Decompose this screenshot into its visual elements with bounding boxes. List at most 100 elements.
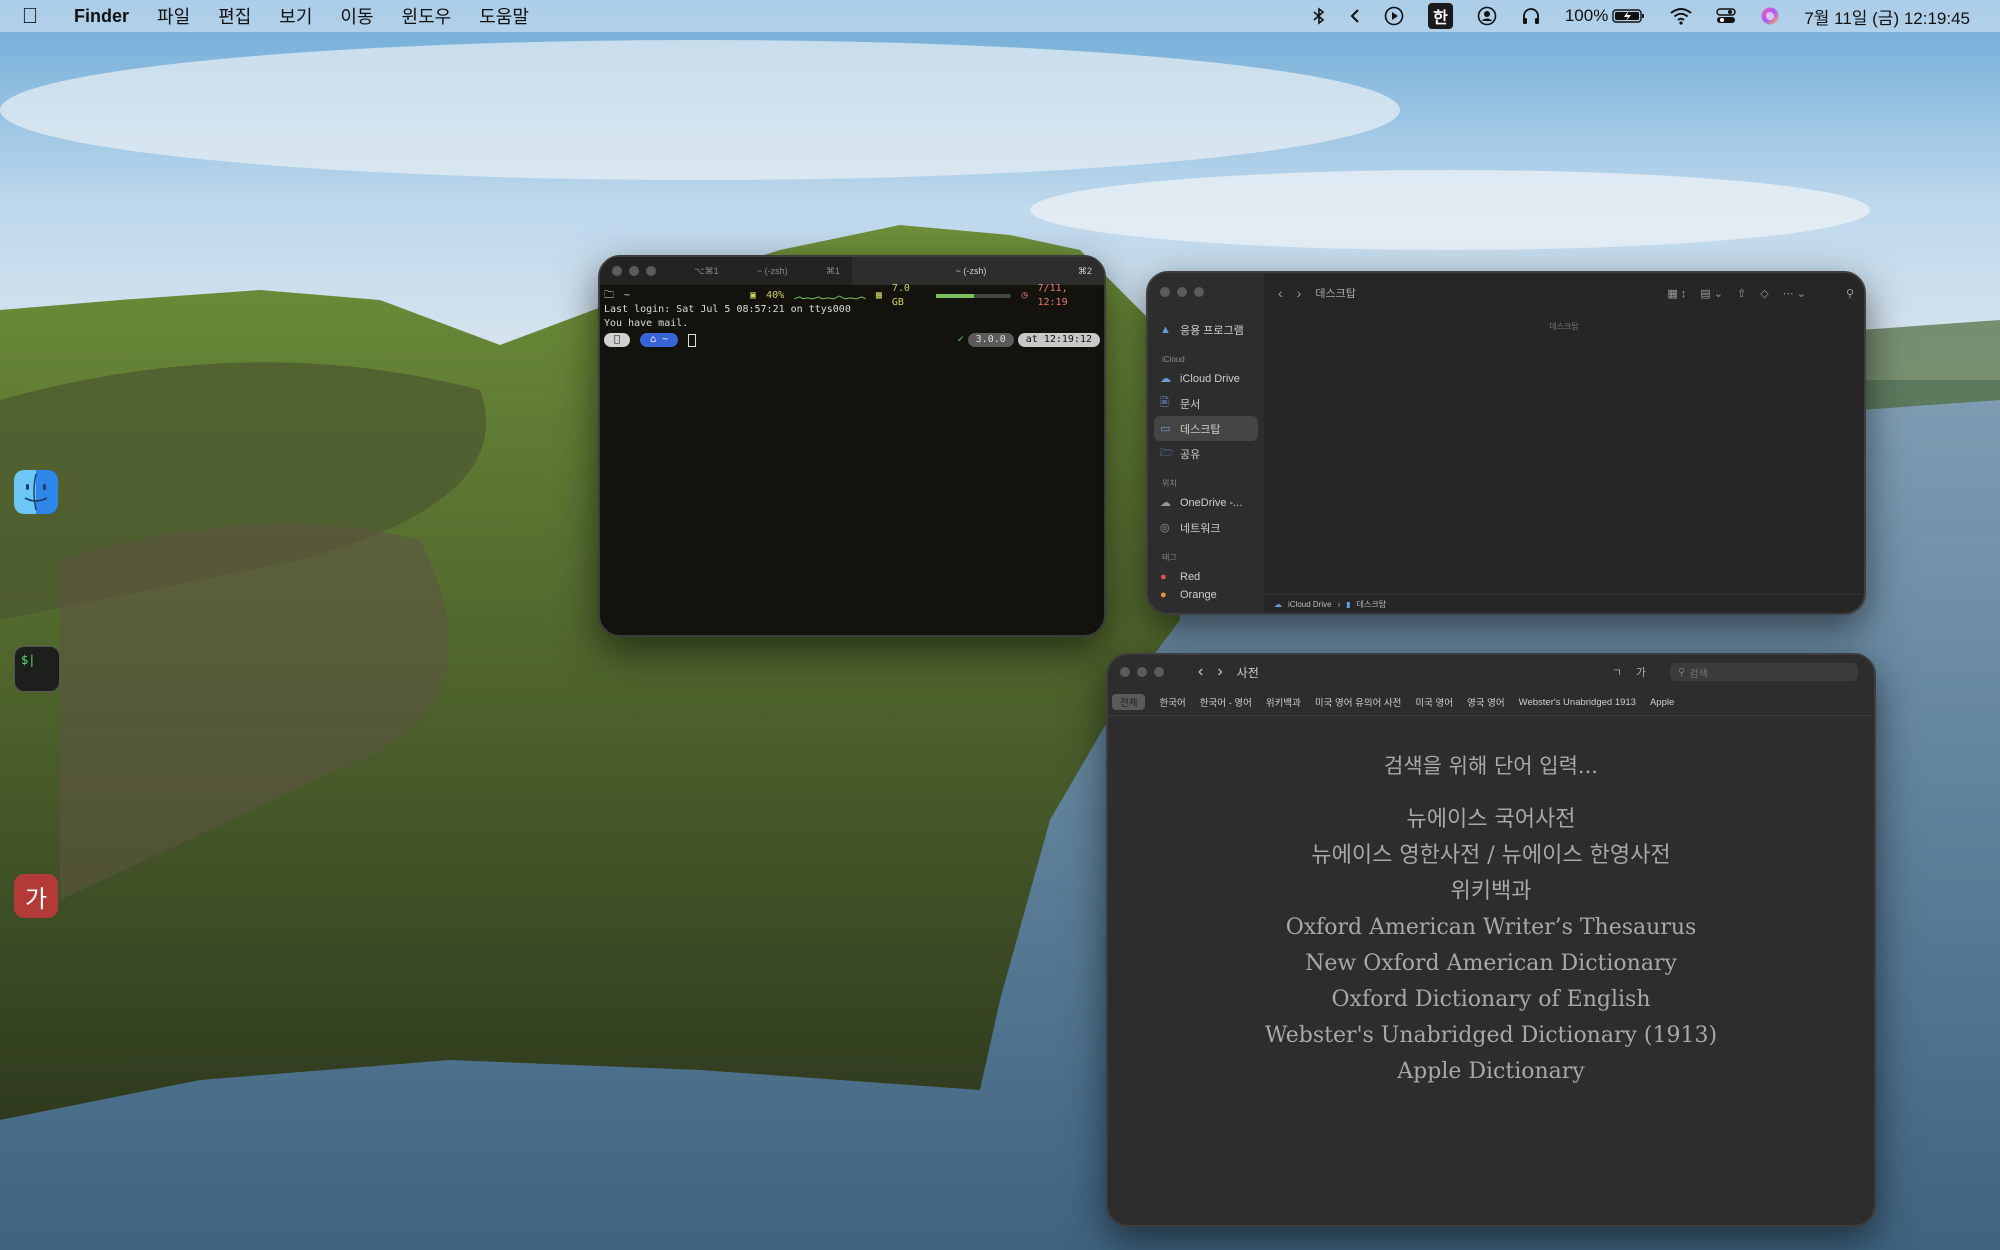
sidebar-item-label: Red <box>1180 570 1201 583</box>
group-icon[interactable]: ▤ ⌄ <box>1700 287 1723 300</box>
dictionary-window[interactable]: ‹ › 사전 ㄱ 가 ⚲ 검색 전체 한국어 한국어 - 영어 위키백과 미국 … <box>1106 653 1876 1227</box>
scope-wikipedia[interactable]: 위키백과 <box>1266 695 1301 709</box>
path-item-icloud[interactable]: iCloud Drive <box>1288 600 1332 609</box>
menu-edit[interactable]: 편집 <box>204 0 265 32</box>
sidebar-item-network[interactable]: ◎ 네트워크 <box>1148 515 1264 540</box>
minimize-button[interactable] <box>1177 287 1187 297</box>
close-button[interactable] <box>612 266 622 276</box>
terminal-tab-2[interactable]: ~ (-zsh) ⌘2 <box>852 257 1104 285</box>
status-clock: 7/11, 12:19 <box>1037 283 1068 308</box>
dictionary-item-thesaurus[interactable]: Oxford American Writer’s Thesaurus <box>1108 910 1874 946</box>
menu-file[interactable]: 파일 <box>143 0 204 32</box>
control-center-icon[interactable] <box>1704 0 1748 32</box>
cpu-sparkline <box>794 295 866 300</box>
font-larger-button[interactable]: 가 <box>1636 664 1646 680</box>
terminal-app-icon[interactable]: $| <box>14 646 60 692</box>
sidebar-item-shared[interactable]: 🗁 공유 <box>1148 441 1264 466</box>
path-item-desktop[interactable]: 데스크탑 <box>1357 599 1386 610</box>
zoom-button[interactable] <box>1154 667 1164 677</box>
search-placeholder: 검색 <box>1689 668 1708 680</box>
finder-sidebar: ▲ 응용 프로그램 iCloud ☁ iCloud Drive 🗎 문서 ▭ 데스크탑 … <box>1148 273 1264 613</box>
dictionary-app-icon[interactable]: 가 <box>14 874 58 918</box>
menu-view[interactable]: 보기 <box>265 0 326 32</box>
sidebar-item-label: 네트워크 <box>1180 522 1221 535</box>
sidebar-item-onedrive[interactable]: ☁ OneDrive -... <box>1148 490 1264 515</box>
chevron-left-icon[interactable] <box>1338 0 1372 32</box>
sidebar-item-tag-orange[interactable]: ● Orange <box>1148 589 1264 605</box>
sidebar-item-icloud-drive[interactable]: ☁ iCloud Drive <box>1148 366 1264 391</box>
scope-all[interactable]: 전체 <box>1112 694 1146 710</box>
sidebar-item-tag-red[interactable]: ● Red <box>1148 564 1264 589</box>
terminal-tab-1[interactable]: ⌥⌘1 ~ (-zsh) ⌘1 <box>600 257 852 285</box>
menu-go[interactable]: 이동 <box>326 0 387 32</box>
prompt-path: ~ <box>656 334 668 345</box>
tag-icon[interactable]: ◇ <box>1760 287 1768 300</box>
scope-uk-english[interactable]: 영국 영어 <box>1467 695 1505 709</box>
back-button[interactable]: ‹ <box>1198 663 1203 681</box>
sidebar-item-applications[interactable]: ▲ 응용 프로그램 <box>1148 317 1264 342</box>
dictionary-item-noad[interactable]: New Oxford American Dictionary <box>1108 946 1874 982</box>
scope-korean[interactable]: 한국어 <box>1159 695 1185 709</box>
dictionary-item-korean[interactable]: 뉴에이스 국어사전 <box>1108 802 1874 838</box>
prompt-line[interactable]:  ⌂ ~ ✓ 3.0.0 at 12:19:12 <box>604 333 1100 347</box>
tab-title: ~ (-zsh) <box>756 266 788 276</box>
minimize-button[interactable] <box>629 266 639 276</box>
scope-us-thesaurus[interactable]: 미국 영어 유의어 사전 <box>1315 695 1402 709</box>
column-header: 데스크탑 <box>1549 322 1579 331</box>
zoom-button[interactable] <box>646 266 656 276</box>
terminal-window[interactable]: ⌥⌘1 ~ (-zsh) ⌘1 ~ (-zsh) ⌘2 🗀 ~ ▣ 40% ▦ … <box>598 255 1106 637</box>
window-controls <box>1160 287 1204 297</box>
sidebar-item-label: 데스크탑 <box>1180 423 1221 436</box>
more-actions-icon[interactable]: ⋯ ⌄ <box>1783 287 1806 300</box>
back-button[interactable]: ‹ <box>1278 285 1283 301</box>
scope-us-english[interactable]: 미국 영어 <box>1415 695 1453 709</box>
cpu-icon: ▣ <box>750 290 757 301</box>
menu-window[interactable]: 윈도우 <box>388 0 466 32</box>
sidebar-item-desktop[interactable]: ▭ 데스크탑 <box>1154 416 1258 441</box>
applications-icon: ▲ <box>1160 323 1171 336</box>
siri-icon[interactable] <box>1748 0 1792 32</box>
search-field[interactable]: ⚲ 검색 <box>1670 663 1858 681</box>
dictionary-item-wikipedia[interactable]: 위키백과 <box>1108 874 1874 910</box>
menubar-clock[interactable]: 7월 11일 (금) 12:19:45 <box>1792 0 1982 32</box>
apple-menu-icon[interactable]:  <box>0 3 60 29</box>
headphones-icon[interactable] <box>1509 0 1553 32</box>
dictionary-item-english-korean[interactable]: 뉴에이스 영한사전 / 뉴에이스 한영사전 <box>1108 838 1874 874</box>
bluetooth-icon[interactable] <box>1300 0 1338 32</box>
minimize-button[interactable] <box>1137 667 1147 677</box>
view-mode-icon[interactable]: ▦ ↕ <box>1667 287 1686 300</box>
forward-button[interactable]: › <box>1217 663 1222 681</box>
finder-app-icon[interactable] <box>14 470 58 514</box>
wifi-icon[interactable] <box>1658 0 1704 32</box>
path-separator: › <box>1337 599 1341 609</box>
terminal-output[interactable]: 🗀 ~ ▣ 40% ▦ 7.0 GB ◷ 7/11, 12:19 Last lo… <box>600 283 1104 351</box>
share-icon[interactable]: ⇧ <box>1737 287 1746 300</box>
finder-window[interactable]: ▲ 응용 프로그램 iCloud ☁ iCloud Drive 🗎 문서 ▭ 데스크탑 … <box>1146 271 1866 615</box>
apple-segment:  <box>604 333 631 347</box>
scope-apple[interactable]: Apple <box>1650 697 1674 708</box>
window-controls <box>1120 667 1164 677</box>
zoom-button[interactable] <box>1194 287 1204 297</box>
menu-app-name[interactable]: Finder <box>60 0 143 32</box>
forward-button[interactable]: › <box>1297 285 1302 301</box>
dictionary-item-ode[interactable]: Oxford Dictionary of English <box>1108 982 1874 1018</box>
user-account-icon[interactable] <box>1465 0 1509 32</box>
input-method-icon[interactable]: 한 <box>1416 0 1465 32</box>
close-button[interactable] <box>1120 667 1130 677</box>
battery-status[interactable]: 100% <box>1553 0 1658 32</box>
dictionary-item-apple[interactable]: Apple Dictionary <box>1108 1054 1874 1090</box>
sidebar-item-label: 응용 프로그램 <box>1180 324 1244 337</box>
close-button[interactable] <box>1160 287 1170 297</box>
scope-korean-english[interactable]: 한국어 - 영어 <box>1200 695 1252 709</box>
sidebar-item-documents[interactable]: 🗎 문서 <box>1148 391 1264 416</box>
right-prompt: ✓ 3.0.0 at 12:19:12 <box>958 333 1100 347</box>
scope-websters[interactable]: Webster's Unabridged 1913 <box>1519 697 1636 708</box>
now-playing-icon[interactable] <box>1372 0 1416 32</box>
tab-title: ~ (-zsh) <box>955 266 987 276</box>
search-icon[interactable]: ⚲ <box>1846 287 1854 300</box>
menu-help[interactable]: 도움말 <box>465 0 543 32</box>
folder-icon: ▮ <box>1346 599 1351 609</box>
dictionary-item-websters[interactable]: Webster's Unabridged Dictionary (1913) <box>1108 1018 1874 1054</box>
font-smaller-button[interactable]: ㄱ <box>1612 664 1622 680</box>
memory-gauge <box>935 294 1012 298</box>
